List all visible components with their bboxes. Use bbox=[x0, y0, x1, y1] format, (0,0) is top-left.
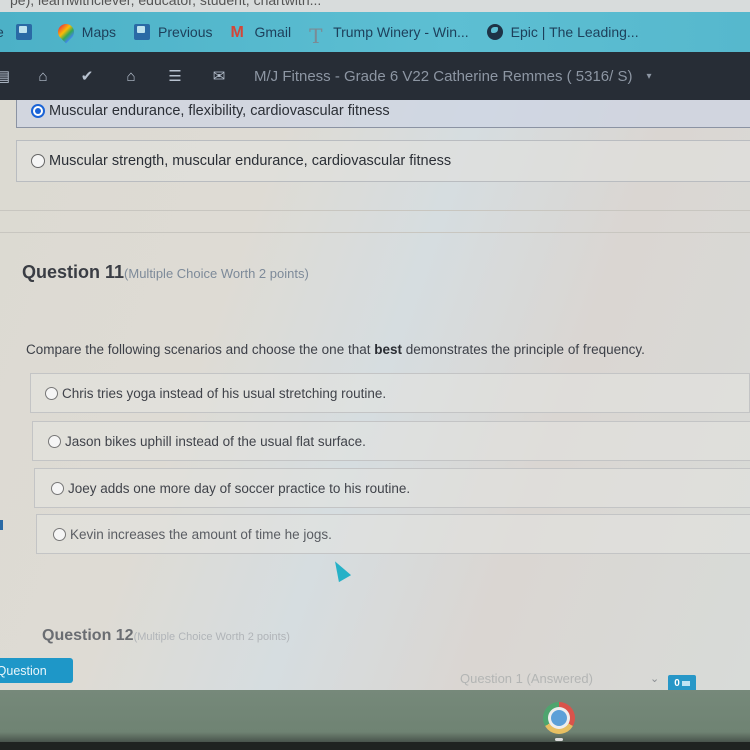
bookmark-partial-label: e bbox=[0, 24, 4, 40]
trump-winery-icon: T bbox=[309, 24, 323, 48]
calendar-icon[interactable]: ▤ bbox=[0, 67, 12, 85]
checkmark-icon[interactable]: ✔ bbox=[78, 67, 96, 85]
bookmark-label: Epic | The Leading... bbox=[510, 24, 639, 40]
bookmark-partial[interactable]: e bbox=[0, 24, 4, 40]
course-nav-bar: ▤ ⌂ ✔ ⌂ ☰ ✉ M/J Fitness - Grade 6 V22 Ca… bbox=[0, 52, 750, 100]
menu-icon[interactable]: ☰ bbox=[166, 67, 184, 85]
section-divider bbox=[0, 210, 750, 211]
question-select[interactable]: Question 1 (Answered) bbox=[460, 671, 593, 686]
flag-icon bbox=[681, 681, 690, 686]
course-dropdown-caret[interactable]: ▾ bbox=[646, 71, 651, 82]
url-text: pe), learnwithclever, educator, student,… bbox=[10, 0, 322, 8]
question-number: Question 12 bbox=[42, 627, 134, 644]
radio-button-checked[interactable] bbox=[31, 104, 45, 118]
question-11-panel: Question 11(Multiple Choice Worth 2 poin… bbox=[0, 230, 750, 690]
bookmarks-bar: e Maps Previous M Gmail T Trump Winery -… bbox=[0, 12, 750, 52]
flag-count: 0 bbox=[674, 678, 680, 689]
maps-pin-icon bbox=[54, 20, 78, 44]
answer-option[interactable]: Kevin increases the amount of time he jo… bbox=[36, 514, 750, 554]
question-meta: (Multiple Choice Worth 2 points) bbox=[124, 266, 309, 281]
radio-button[interactable] bbox=[31, 154, 45, 168]
course-title[interactable]: M/J Fitness - Grade 6 V22 Catherine Remm… bbox=[254, 68, 632, 85]
radio-button[interactable] bbox=[51, 481, 64, 495]
mail-icon[interactable]: ✉ bbox=[210, 67, 228, 85]
gmail-icon: M bbox=[230, 24, 244, 41]
assessment-content: Muscular endurance, flexibility, cardiov… bbox=[0, 100, 750, 690]
bookmark-trump-winery[interactable]: T Trump Winery - Win... bbox=[309, 24, 469, 48]
bookmark-gmail[interactable]: M Gmail bbox=[230, 24, 292, 41]
screen-bezel bbox=[0, 742, 750, 750]
answer-option-selected[interactable]: Muscular endurance, flexibility, cardiov… bbox=[16, 100, 750, 128]
prompt-emphasis: best bbox=[374, 342, 402, 357]
answer-label: Jason bikes uphill instead of the usual … bbox=[65, 433, 366, 449]
bookmark-previous[interactable]: Previous bbox=[134, 24, 213, 40]
bookmark-label: Maps bbox=[81, 24, 117, 40]
bookmark-maps[interactable]: Maps bbox=[54, 20, 117, 44]
answer-label: Muscular strength, muscular endurance, c… bbox=[49, 153, 452, 169]
prompt-text: demonstrates the principle of frequency. bbox=[401, 342, 645, 357]
prompt-text: Compare the following scenarios and choo… bbox=[26, 342, 375, 357]
os-taskbar bbox=[0, 690, 750, 750]
left-edge-marker bbox=[0, 520, 3, 530]
address-bar-sliver: pe), learnwithclever, educator, student,… bbox=[0, 0, 750, 12]
bookmark-label: Previous bbox=[158, 24, 213, 40]
question-meta: (Multiple Choice Worth 2 points) bbox=[133, 631, 290, 643]
answer-label: Chris tries yoga instead of his usual st… bbox=[62, 385, 387, 401]
next-question-heading: Question 12(Multiple Choice Worth 2 poin… bbox=[42, 627, 290, 645]
answer-option[interactable]: Joey adds one more day of soccer practic… bbox=[34, 468, 750, 508]
bookmark-label: Gmail bbox=[254, 24, 292, 40]
running-indicator bbox=[555, 738, 563, 741]
answer-option[interactable]: Jason bikes uphill instead of the usual … bbox=[32, 421, 750, 461]
question-heading: Question 11(Multiple Choice Worth 2 poin… bbox=[22, 262, 309, 283]
bookmark-epic[interactable]: Epic | The Leading... bbox=[486, 24, 639, 40]
answer-option[interactable]: Muscular strength, muscular endurance, c… bbox=[16, 140, 750, 182]
radio-button[interactable] bbox=[45, 386, 58, 400]
answer-label: Muscular endurance, flexibility, cardiov… bbox=[49, 103, 390, 119]
flag-count-badge[interactable]: 0 bbox=[668, 675, 696, 690]
home-icon[interactable]: ⌂ bbox=[122, 68, 140, 85]
question-number: Question 11 bbox=[22, 262, 125, 282]
previous-question-button[interactable]: us Question bbox=[0, 658, 73, 683]
previous-question-label: us Question bbox=[0, 663, 47, 678]
chrome-icon[interactable] bbox=[543, 702, 575, 734]
bookmark-label: Trump Winery - Win... bbox=[333, 24, 469, 40]
bookmark-classroom[interactable] bbox=[15, 24, 40, 40]
answer-label: Joey adds one more day of soccer practic… bbox=[68, 480, 411, 496]
classroom-icon bbox=[15, 24, 32, 40]
radio-button[interactable] bbox=[53, 527, 66, 541]
chevron-down-icon[interactable]: ⌄ bbox=[650, 672, 659, 685]
answer-label: Kevin increases the amount of time he jo… bbox=[70, 526, 332, 542]
inbox-icon[interactable]: ⌂ bbox=[34, 68, 52, 85]
answer-option[interactable]: Chris tries yoga instead of his usual st… bbox=[30, 373, 750, 413]
globe-icon bbox=[486, 24, 503, 40]
classroom-icon bbox=[134, 24, 151, 40]
question-prompt: Compare the following scenarios and choo… bbox=[26, 342, 645, 357]
radio-button[interactable] bbox=[48, 434, 61, 448]
